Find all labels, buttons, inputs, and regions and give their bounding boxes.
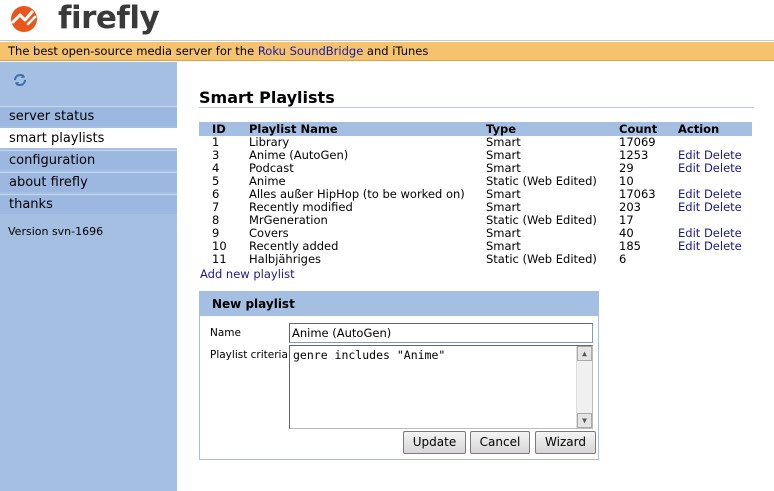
name-label: Name: [210, 327, 241, 339]
version-label: Version svn-1696: [8, 225, 104, 238]
delete-link[interactable]: Delete: [704, 161, 742, 175]
delete-link[interactable]: Delete: [704, 239, 742, 253]
column-header-type: Type: [486, 122, 619, 136]
cell-action: Edit Delete: [678, 162, 752, 175]
cell-id: 1: [212, 135, 220, 149]
delete-link[interactable]: Delete: [704, 187, 742, 201]
firefly-logo-icon: [11, 6, 37, 32]
playlist-criteria-textarea[interactable]: genre includes "Anime" ▲ ▼: [289, 345, 593, 429]
page-title: Smart Playlists: [199, 88, 335, 107]
scroll-up-icon[interactable]: ▲: [577, 346, 592, 361]
new-playlist-panel: New playlist Name Playlist criteria genr…: [199, 291, 599, 460]
edit-link[interactable]: Edit: [678, 161, 700, 175]
refresh-icon[interactable]: [12, 72, 28, 88]
cell-playlist-name: Halbjähriges: [249, 252, 322, 266]
edit-link[interactable]: Edit: [678, 239, 700, 253]
cell-count: 185: [619, 239, 641, 253]
cell-id: 11: [212, 252, 227, 266]
cell-id: 5: [212, 174, 220, 188]
scroll-down-icon[interactable]: ▼: [577, 413, 592, 428]
criteria-label: Playlist criteria: [210, 349, 288, 361]
edit-link[interactable]: Edit: [678, 148, 700, 162]
add-new-playlist-link[interactable]: Add new playlist: [200, 267, 295, 281]
delete-link[interactable]: Delete: [704, 200, 742, 214]
column-header-count: Count: [619, 122, 678, 136]
playlists-table: ID Playlist Name Type Count Action 1 Libr…: [199, 122, 752, 266]
cell-id: 6: [212, 187, 220, 201]
header: firefly: [0, 0, 774, 41]
sidebar-item-smart-playlists[interactable]: smart playlists: [0, 128, 177, 148]
title-divider: [199, 107, 754, 108]
column-header-action: Action: [678, 122, 752, 136]
sidebar-item-server-status[interactable]: server status: [0, 106, 177, 126]
delete-link[interactable]: Delete: [704, 226, 742, 240]
cell-count: 6: [619, 252, 627, 266]
criteria-scrollbar[interactable]: ▲ ▼: [576, 346, 592, 428]
update-button[interactable]: Update: [403, 431, 466, 454]
sidebar-item-configuration[interactable]: configuration: [0, 150, 177, 170]
cell-type: Static (Web Edited): [486, 252, 597, 266]
cell-id: 7: [212, 200, 220, 214]
cancel-button[interactable]: Cancel: [470, 431, 530, 454]
cell-action: Edit Delete: [678, 201, 752, 214]
delete-link[interactable]: Delete: [704, 148, 742, 162]
cell-action: Edit Delete: [678, 240, 752, 253]
edit-link[interactable]: Edit: [678, 187, 700, 201]
sidebar-item-about-firefly[interactable]: about firefly: [0, 172, 177, 192]
tagline-prefix: The best open-source media server for th…: [8, 44, 258, 58]
cell-id: 3: [212, 148, 220, 162]
playlist-name-input[interactable]: [289, 323, 593, 343]
column-header-name: Playlist Name: [249, 122, 486, 136]
cell-action: [678, 253, 752, 266]
sidebar: server status smart playlists configurat…: [0, 62, 177, 491]
sidebar-nav: server status smart playlists configurat…: [0, 106, 177, 216]
cell-id: 4: [212, 161, 220, 175]
tagline: The best open-source media server for th…: [0, 42, 774, 61]
panel-title: New playlist: [200, 292, 598, 316]
cell-id: 8: [212, 213, 220, 227]
tagline-suffix: and iTunes: [363, 44, 429, 58]
table-row: 11 Halbjähriges Static (Web Edited) 6: [199, 253, 752, 266]
criteria-text: genre includes "Anime": [293, 348, 446, 362]
brand-name: firefly: [58, 0, 160, 36]
edit-link[interactable]: Edit: [678, 200, 700, 214]
sidebar-item-thanks[interactable]: thanks: [0, 194, 177, 214]
roku-soundbridge-link[interactable]: Roku SoundBridge: [258, 44, 363, 58]
column-header-id: ID: [199, 122, 249, 136]
table-header-row: ID Playlist Name Type Count Action: [199, 122, 752, 136]
wizard-button[interactable]: Wizard: [535, 431, 596, 454]
edit-link[interactable]: Edit: [678, 226, 700, 240]
